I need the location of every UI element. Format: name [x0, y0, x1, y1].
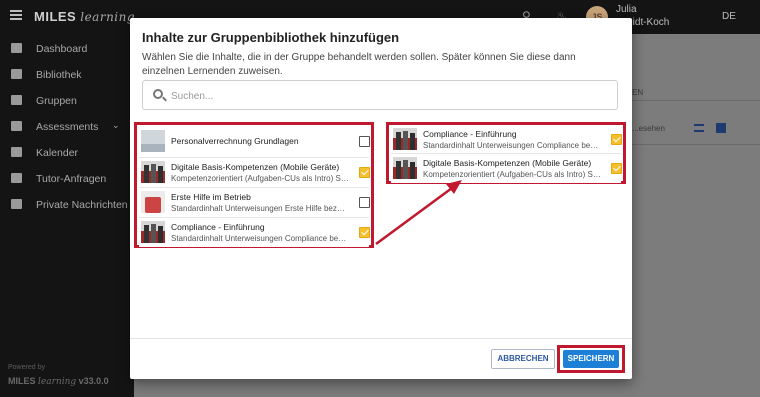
- sidebar-item-calendar[interactable]: Kalender: [0, 140, 134, 166]
- item-subtitle: Standardinhalt Unterweisungen Compliance…: [423, 141, 601, 150]
- sidebar-item-label: Bibliothek: [36, 69, 82, 81]
- dialog-description: Wählen Sie die Inhalte, die in der Grupp…: [142, 52, 576, 77]
- content-thumbnail: [141, 130, 165, 152]
- item-title: Personalverrechnung Grundlagen: [171, 136, 299, 146]
- content-thumbnail: [141, 161, 165, 183]
- item-checkbox[interactable]: [359, 197, 370, 208]
- add-content-dialog: Inhalte zur Gruppenbibliothek hinzufügen…: [130, 18, 632, 379]
- footer-brand: MILES learning v33.0.0: [8, 376, 109, 387]
- item-checkbox[interactable]: [611, 163, 622, 174]
- sidebar-item-library[interactable]: Bibliothek: [0, 62, 134, 88]
- dashboard-icon: [11, 43, 22, 53]
- selected-content-list: Compliance - Einführung Standardinhalt U…: [386, 122, 626, 184]
- search-icon: [153, 89, 163, 99]
- list-item[interactable]: Digitale Basis-Kompetenzen (Mobile Gerät…: [139, 157, 370, 187]
- item-subtitle: Kompetenzorientiert (Aufgaben-CUs als In…: [171, 174, 349, 183]
- sidebar: Dashboard Bibliothek Gruppen Assessments…: [0, 34, 134, 397]
- item-subtitle: Kompetenzorientiert (Aufgaben-CUs als In…: [423, 170, 601, 179]
- sidebar-item-private-messages[interactable]: Private Nachrichten: [0, 192, 134, 218]
- tutor-icon: [11, 173, 22, 183]
- chevron-down-icon: ⌄: [112, 120, 120, 130]
- item-checkbox[interactable]: [359, 167, 370, 178]
- item-checkbox[interactable]: [359, 227, 370, 238]
- content-thumbnail: [393, 157, 417, 179]
- item-checkbox[interactable]: [359, 136, 370, 147]
- list-item[interactable]: Compliance - Einführung Standardinhalt U…: [391, 125, 622, 155]
- item-checkbox[interactable]: [611, 134, 622, 145]
- assessment-icon: [11, 121, 22, 131]
- grid-view-icon[interactable]: [716, 123, 726, 133]
- available-content-list: Personalverrechnung Grundlagen Digitale …: [134, 122, 374, 248]
- sort-select[interactable]: ...esehen: [632, 124, 665, 133]
- dialog-title: Inhalte zur Gruppenbibliothek hinzufügen: [142, 30, 400, 45]
- item-title: Digitale Basis-Kompetenzen (Mobile Gerät…: [423, 158, 592, 168]
- cancel-button[interactable]: ABBRECHEN: [491, 349, 555, 369]
- groups-icon: [11, 95, 22, 105]
- content-thumbnail: [141, 221, 165, 243]
- sidebar-item-label: Gruppen: [36, 95, 77, 107]
- item-subtitle: Standardinhalt Unterweisungen Compliance…: [171, 234, 349, 243]
- sidebar-item-tutor-requests[interactable]: Tutor-Anfragen: [0, 166, 134, 192]
- library-icon: [11, 69, 22, 79]
- list-item[interactable]: Erste Hilfe im Betrieb Standardinhalt Un…: [139, 187, 370, 217]
- tab-label[interactable]: EN: [632, 88, 643, 97]
- chat-icon: [11, 199, 22, 209]
- menu-icon[interactable]: [10, 10, 22, 20]
- powered-by: Powered by: [8, 364, 45, 371]
- list-item[interactable]: Personalverrechnung Grundlagen: [139, 127, 370, 157]
- calendar-icon: [11, 147, 22, 157]
- save-button[interactable]: SPEICHERN: [563, 350, 619, 368]
- sidebar-item-label: Kalender: [36, 147, 79, 159]
- item-title: Compliance - Einführung: [171, 222, 265, 232]
- divider: [632, 144, 760, 145]
- search-field[interactable]: [142, 80, 618, 110]
- content-thumbnail: [393, 128, 417, 150]
- item-title: Compliance - Einführung: [423, 129, 517, 139]
- list-item[interactable]: Compliance - Einführung Standardinhalt U…: [139, 217, 370, 247]
- language-select[interactable]: DE: [722, 11, 736, 22]
- sidebar-item-dashboard[interactable]: Dashboard: [0, 36, 134, 62]
- search-input[interactable]: [171, 88, 601, 104]
- item-title: Erste Hilfe im Betrieb: [171, 192, 251, 202]
- sidebar-item-label: Assessments: [36, 121, 99, 133]
- dialog-divider: [130, 338, 632, 339]
- sidebar-item-label: Dashboard: [36, 43, 88, 55]
- list-item[interactable]: Digitale Basis-Kompetenzen (Mobile Gerät…: [391, 153, 622, 183]
- content-thumbnail: [141, 191, 165, 213]
- sidebar-item-groups[interactable]: Gruppen: [0, 88, 134, 114]
- item-subtitle: Standardinhalt Unterweisungen Erste Hilf…: [171, 204, 349, 213]
- list-view-icon[interactable]: [694, 124, 704, 132]
- sidebar-item-label: Private Nachrichten: [36, 199, 128, 211]
- sidebar-item-assessments[interactable]: Assessments ⌄: [0, 114, 134, 140]
- app-logo: MILES learning: [34, 9, 136, 24]
- sidebar-item-label: Tutor-Anfragen: [36, 173, 107, 185]
- item-title: Digitale Basis-Kompetenzen (Mobile Gerät…: [171, 162, 340, 172]
- divider: [632, 100, 760, 101]
